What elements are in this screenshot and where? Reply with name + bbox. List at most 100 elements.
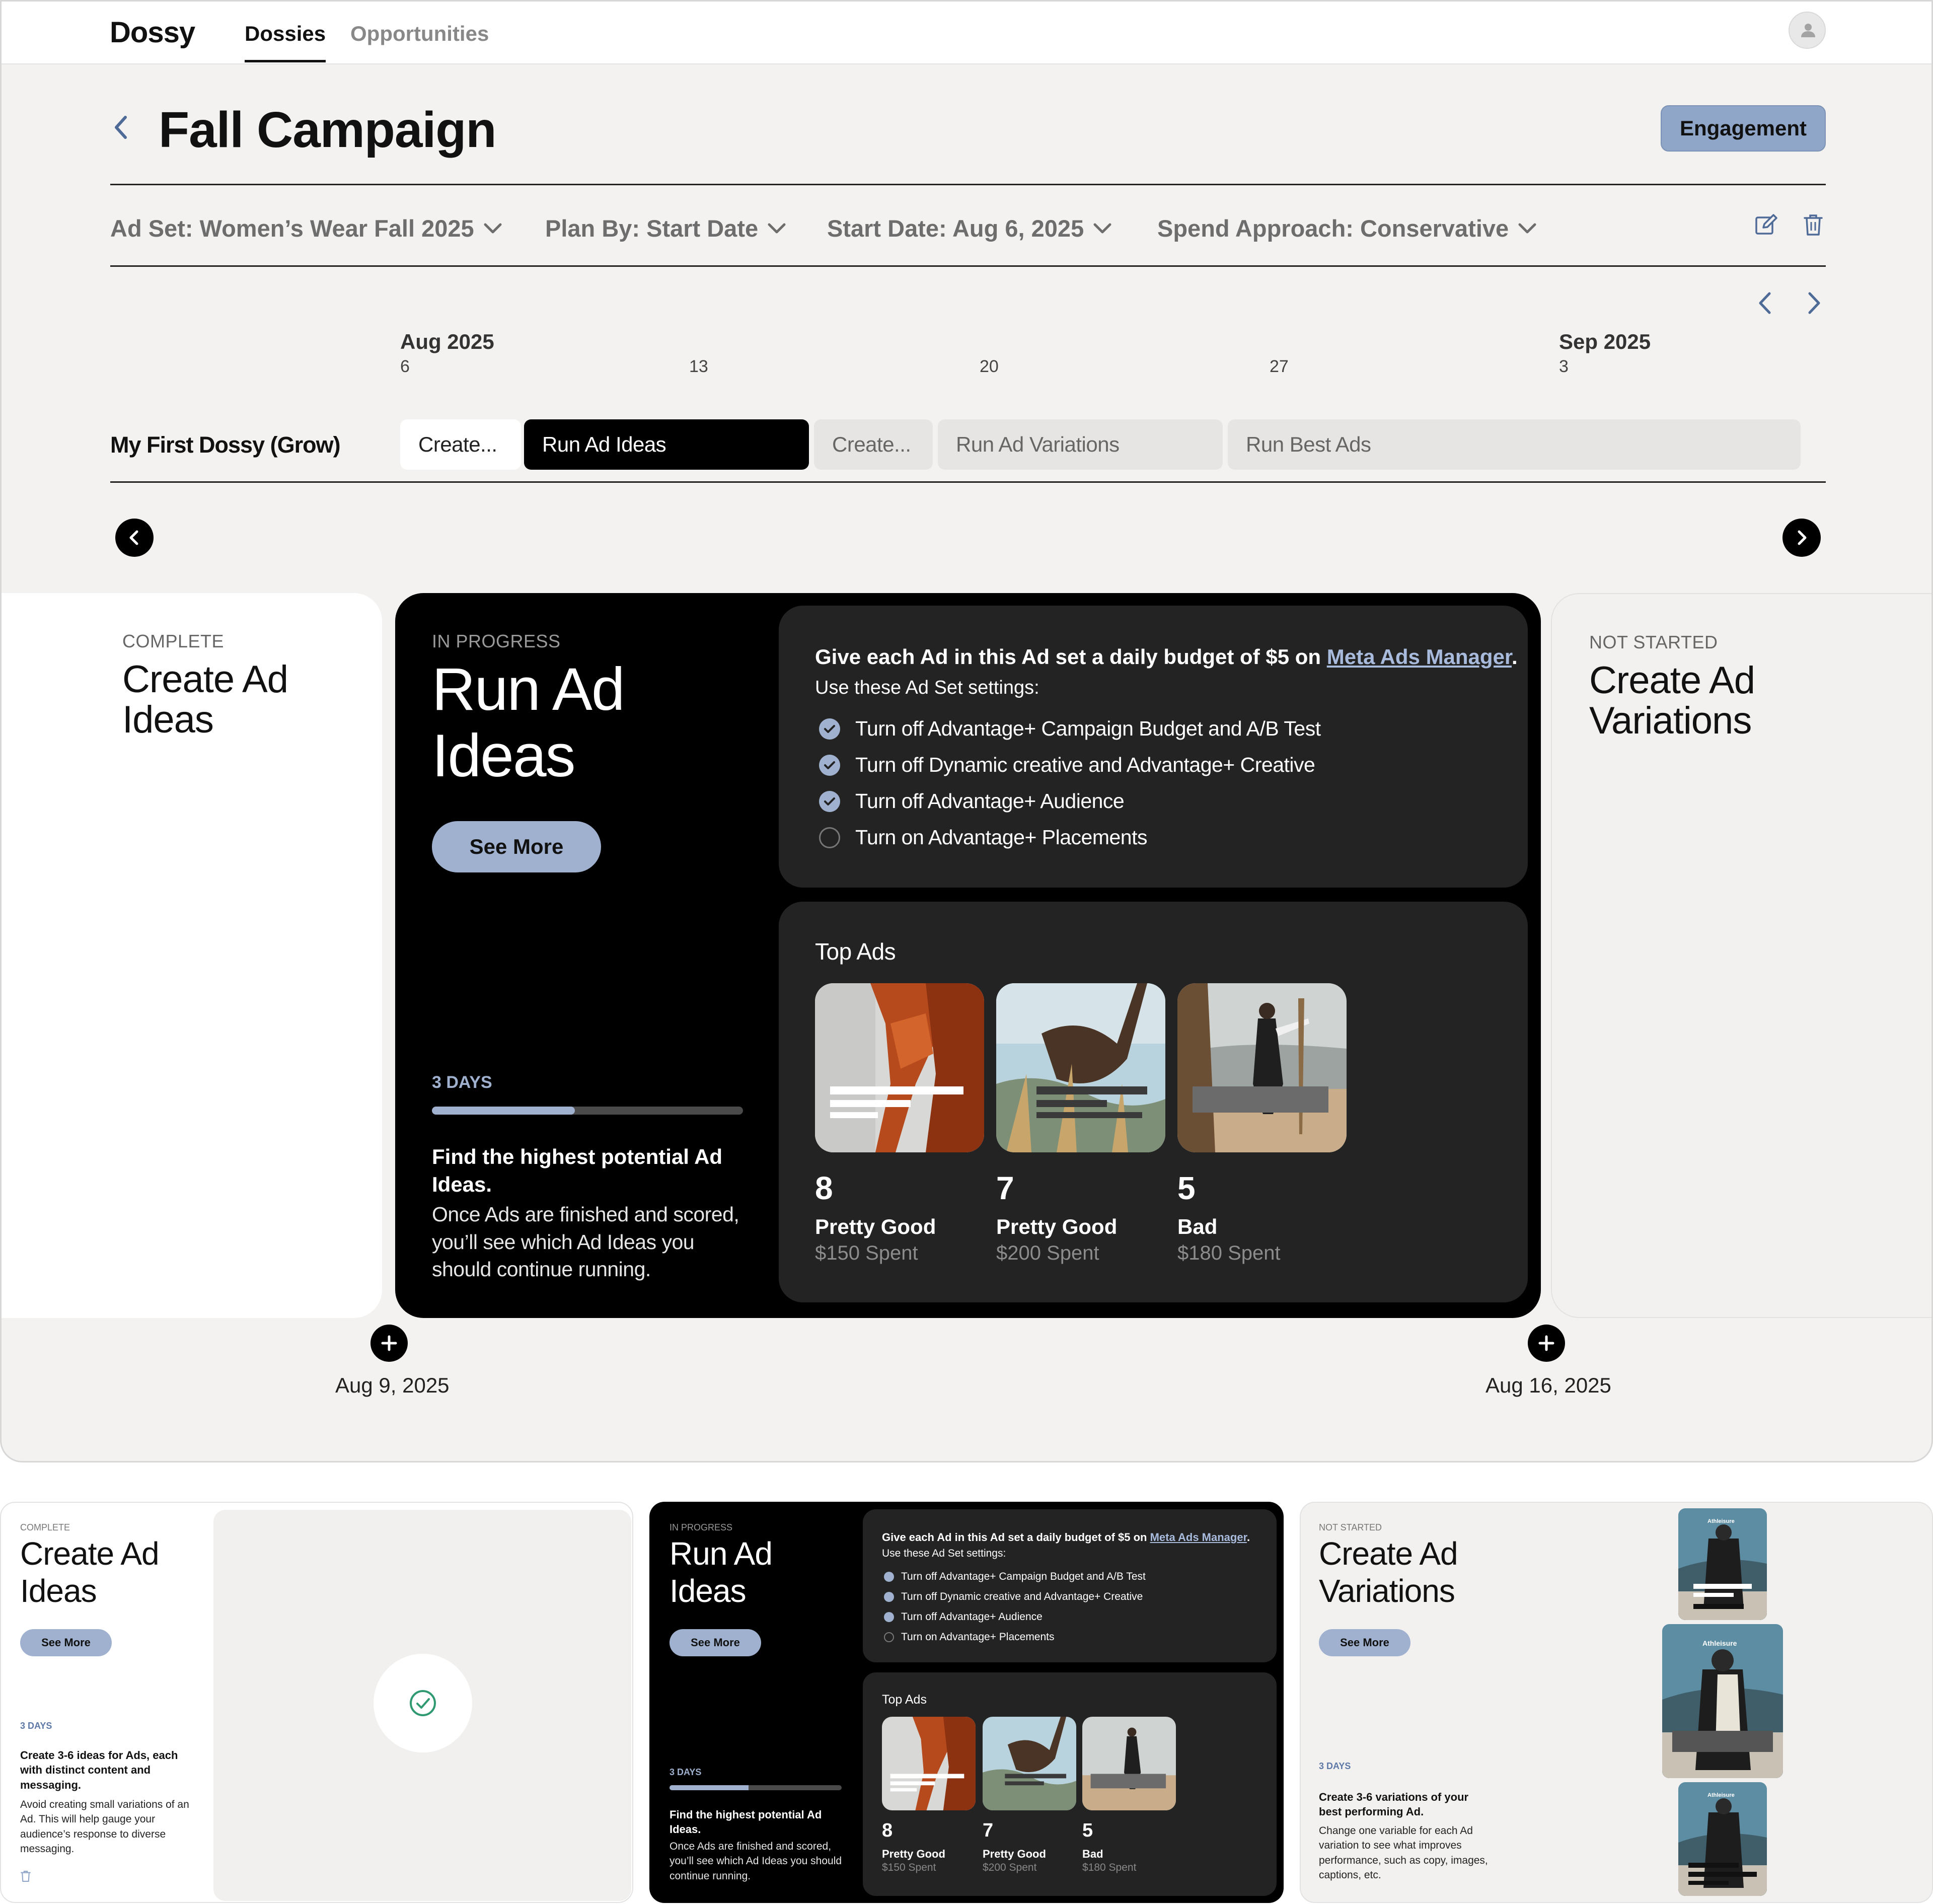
- ad-image-orange-sleeve[interactable]: [815, 983, 984, 1152]
- setting-label: Turn on Advantage+ Placements: [901, 1631, 1055, 1643]
- dossy-logo[interactable]: Dossy: [110, 16, 195, 49]
- instructions-heading-text: Give each Ad in this Ad set a daily budg…: [882, 1531, 1150, 1544]
- setting-checkbox-row[interactable]: Turn off Advantage+ Audience: [884, 1611, 1043, 1623]
- ad-variation-poster[interactable]: Athleisure: [1678, 1782, 1767, 1896]
- chevron-down-icon: [484, 223, 502, 233]
- thumbnail-title-line: Ideas: [670, 1572, 747, 1609]
- checked-icon: [884, 1592, 894, 1602]
- phase-description: Avoid creating small variations of an Ad…: [20, 1799, 189, 1855]
- trash-icon[interactable]: [1803, 213, 1824, 237]
- add-phase-button[interactable]: [370, 1325, 408, 1362]
- month-label: Sep 2025: [1559, 330, 1651, 353]
- ad-spent: $200 Spent: [996, 1242, 1099, 1264]
- row-divider: [110, 481, 1826, 483]
- ad-spent: $180 Spent: [1177, 1242, 1281, 1264]
- thumbnail-title-line: Create Ad: [20, 1535, 160, 1572]
- checked-icon: [884, 1572, 894, 1582]
- thumbnail-title-line: Run Ad: [670, 1535, 773, 1572]
- carousel-next-button[interactable]: [1782, 519, 1821, 557]
- phase-run-ad-variations[interactable]: Run Ad Variations: [938, 419, 1223, 470]
- phase-description: Once Ads are finished and scored, you’ll…: [670, 1841, 842, 1882]
- instructions-subheading: Use these Ad Set settings:: [815, 677, 1039, 698]
- phase-create-ad-ideas[interactable]: Create...: [400, 419, 521, 470]
- plan-by-dropdown[interactable]: Plan By: Start Date: [545, 214, 786, 242]
- ad-spent: $180 Spent: [1082, 1862, 1137, 1873]
- instructions-heading-suffix: .: [1511, 645, 1518, 669]
- setting-checkbox-row[interactable]: Turn off Advantage+ Campaign Budget and …: [819, 717, 1321, 741]
- thumbnail-status: COMPLETE: [20, 1522, 70, 1532]
- top-ads-title: Top Ads: [882, 1693, 927, 1707]
- ad-spent: $150 Spent: [815, 1242, 918, 1264]
- ad-image-orange-sleeve[interactable]: [882, 1717, 976, 1810]
- phase-goal: Find the highest potential Ad Ideas.: [432, 1145, 723, 1196]
- month-label: Aug 2025: [400, 330, 494, 353]
- card-title-line: Run Ad: [432, 655, 625, 723]
- ad-image-desert-woman[interactable]: [1082, 1717, 1176, 1810]
- setting-label: Turn off Dynamic creative and Advantage+…: [855, 753, 1315, 776]
- phase-run-ad-ideas[interactable]: Run Ad Ideas: [524, 419, 809, 470]
- phase-boundary-date: Aug 16, 2025: [1485, 1373, 1611, 1397]
- plus-icon: [1538, 1335, 1554, 1351]
- meta-ads-manager-link[interactable]: Meta Ads Manager: [1150, 1531, 1247, 1544]
- ad-image-grass-sky[interactable]: [996, 983, 1165, 1152]
- trash-icon[interactable]: [20, 1870, 31, 1882]
- back-chevron-icon[interactable]: [111, 113, 131, 141]
- meta-ads-manager-link[interactable]: Meta Ads Manager: [1327, 645, 1512, 669]
- calendar-prev-icon[interactable]: [1756, 290, 1773, 316]
- setting-checkbox-row[interactable]: Turn on Advantage+ Placements: [884, 1631, 1055, 1643]
- start-date-dropdown[interactable]: Start Date: Aug 6, 2025: [827, 214, 1112, 242]
- calendar-next-icon[interactable]: [1806, 290, 1823, 316]
- day-label: 20: [980, 357, 999, 376]
- add-phase-button[interactable]: [1528, 1325, 1565, 1362]
- ad-rating: Pretty Good: [882, 1848, 945, 1860]
- phase-run-best-ads[interactable]: Run Best Ads: [1228, 419, 1801, 470]
- setting-checkbox-row[interactable]: Turn off Advantage+ Audience: [819, 789, 1125, 813]
- day-label: 6: [400, 357, 410, 376]
- chevron-down-icon: [1518, 223, 1536, 233]
- ad-image-grass-sky[interactable]: [983, 1717, 1076, 1810]
- phase-progress-bar: [432, 1107, 743, 1115]
- ad-spent: $150 Spent: [882, 1862, 936, 1873]
- setting-checkbox-row[interactable]: Turn off Advantage+ Campaign Budget and …: [884, 1571, 1146, 1583]
- instructions-heading-text: Give each Ad in this Ad set a daily budg…: [815, 645, 1327, 669]
- tab-dossies[interactable]: Dossies: [245, 22, 326, 62]
- ad-set-dropdown[interactable]: Ad Set: Women’s Wear Fall 2025: [110, 214, 502, 242]
- ad-set-label: Ad Set: Women’s Wear Fall 2025: [110, 215, 474, 242]
- poster-brand: Athleisure: [1702, 1639, 1737, 1647]
- top-ads-title: Top Ads: [815, 938, 896, 965]
- card-title: Create Ad Variations: [1589, 661, 1755, 741]
- ad-variation-poster[interactable]: Athleisure: [1662, 1624, 1783, 1778]
- card-title-line: Ideas: [432, 722, 576, 789]
- instructions-heading-suffix: .: [1246, 1531, 1250, 1544]
- setting-checkbox-row[interactable]: Turn off Dynamic creative and Advantage+…: [819, 753, 1315, 777]
- card-create-ad-variations[interactable]: NOT STARTED Create Ad Variations: [1551, 593, 1931, 1318]
- thumbnail-title: Create Ad Ideas: [20, 1535, 160, 1609]
- card-create-ad-ideas[interactable]: COMPLETE Create Ad Ideas: [2, 593, 382, 1318]
- page-title: Fall Campaign: [159, 102, 496, 158]
- phase-progress-bar: [670, 1785, 842, 1790]
- user-avatar[interactable]: [1789, 12, 1826, 49]
- app-window: Dossy Dossies Opportunities Fall Campaig…: [0, 0, 1933, 1462]
- thumbnail-status: NOT STARTED: [1319, 1522, 1382, 1532]
- see-more-button[interactable]: See More: [670, 1629, 761, 1656]
- unchecked-icon: [819, 827, 840, 848]
- ad-image-desert-woman[interactable]: [1177, 983, 1347, 1152]
- setting-label: Turn off Advantage+ Campaign Budget and …: [855, 717, 1321, 740]
- edit-icon[interactable]: [1754, 213, 1777, 237]
- unchecked-icon: [884, 1632, 894, 1642]
- setting-checkbox-row[interactable]: Turn on Advantage+ Placements: [819, 826, 1148, 849]
- see-more-button[interactable]: See More: [20, 1629, 112, 1656]
- setting-checkbox-row[interactable]: Turn off Dynamic creative and Advantage+…: [884, 1591, 1143, 1603]
- card-title: Run Ad Ideas: [432, 655, 625, 789]
- ad-variation-poster[interactable]: Athleisure: [1678, 1508, 1767, 1620]
- thumbnail-title-line: Create Ad: [1319, 1535, 1458, 1572]
- ad-rating: Pretty Good: [815, 1215, 936, 1238]
- spend-approach-dropdown[interactable]: Spend Approach: Conservative: [1157, 214, 1537, 242]
- carousel-prev-button[interactable]: [115, 519, 154, 557]
- tab-opportunities[interactable]: Opportunities: [350, 22, 489, 46]
- engagement-badge-button[interactable]: Engagement: [1661, 105, 1826, 152]
- phase-create-ad-variations[interactable]: Create...: [814, 419, 933, 470]
- see-more-button[interactable]: See More: [1319, 1629, 1410, 1656]
- card-status: COMPLETE: [122, 631, 225, 651]
- see-more-button[interactable]: See More: [432, 821, 601, 872]
